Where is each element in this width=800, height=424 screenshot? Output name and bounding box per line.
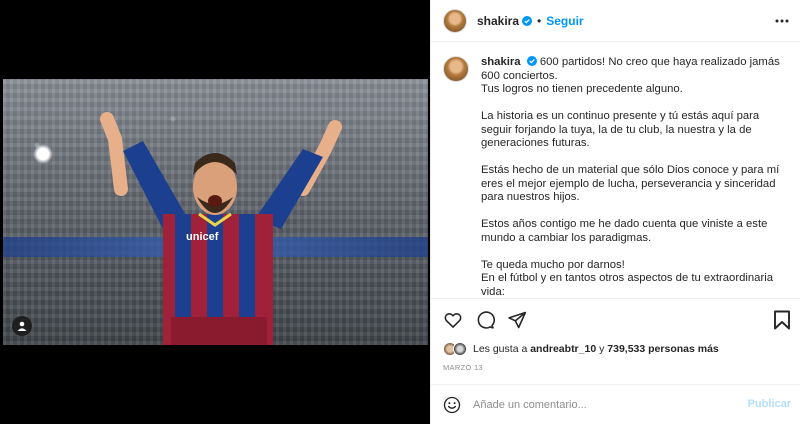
share-icon [508,311,527,328]
likes-summary: Les gusta a andreabtr_10 y 739,533 perso… [443,340,719,358]
instagram-post: unicef shakira • Seguir shakira 600 part… [0,0,800,424]
more-options-icon[interactable] [775,14,789,28]
user-tag-icon [17,321,27,331]
caption-author[interactable]: shakira [481,56,521,68]
post-date[interactable]: MARZO 13 [443,363,483,372]
bookmark-icon[interactable] [773,310,791,330]
caption-area: shakira 600 partidos! No creo que haya r… [431,43,800,298]
likes-prefix: Les gusta a [473,343,528,355]
likes-text: Les gusta a andreabtr_10 y 739,533 perso… [473,343,719,355]
caption-paragraph: Estás hecho de un material que sólo Dios… [481,164,780,203]
post-photo[interactable]: unicef [3,79,428,345]
author-avatar[interactable] [443,8,467,33]
share-button[interactable] [507,310,527,330]
jersey-sponsor-text: unicef [186,231,219,243]
emoji-icon[interactable] [443,396,461,414]
likes-count-link[interactable]: 739,533 personas más [607,343,719,355]
caption-paragraph: shakira 600 partidos! No creo que haya r… [481,56,787,97]
player-figure [100,112,342,345]
follow-button[interactable]: Seguir [546,14,583,28]
caption-author-avatar[interactable] [443,56,469,82]
verified-badge-icon [522,15,533,26]
publish-button[interactable]: Publicar [748,398,791,410]
comment-box: Publicar [431,384,800,424]
heart-icon [444,312,462,328]
like-button[interactable] [443,310,463,330]
author-username[interactable]: shakira [477,14,519,28]
post-header: shakira • Seguir [431,0,800,42]
comment-icon [477,310,495,329]
post-caption: shakira 600 partidos! No creo que haya r… [481,56,787,298]
user-tag-button[interactable] [12,316,32,336]
caption-paragraph: Estos años contigo me he dado cuenta que… [481,218,768,244]
comment-input[interactable] [473,398,743,411]
likes-user-link[interactable]: andreabtr_10 [530,343,596,355]
liker-avatar [453,342,467,356]
caption-paragraph: La historia es un continuo presente y tú… [481,110,760,149]
comment-button[interactable] [475,310,495,330]
header-separator: • [537,13,542,28]
post-media: unicef [0,0,430,424]
post-side-panel: shakira • Seguir shakira 600 partidos! N… [430,0,800,424]
post-actions [431,298,800,340]
verified-badge-icon [526,56,537,66]
caption-paragraph: Te queda mucho por darnos! En el fútbol … [481,258,774,298]
likes-connector: y [599,343,605,355]
